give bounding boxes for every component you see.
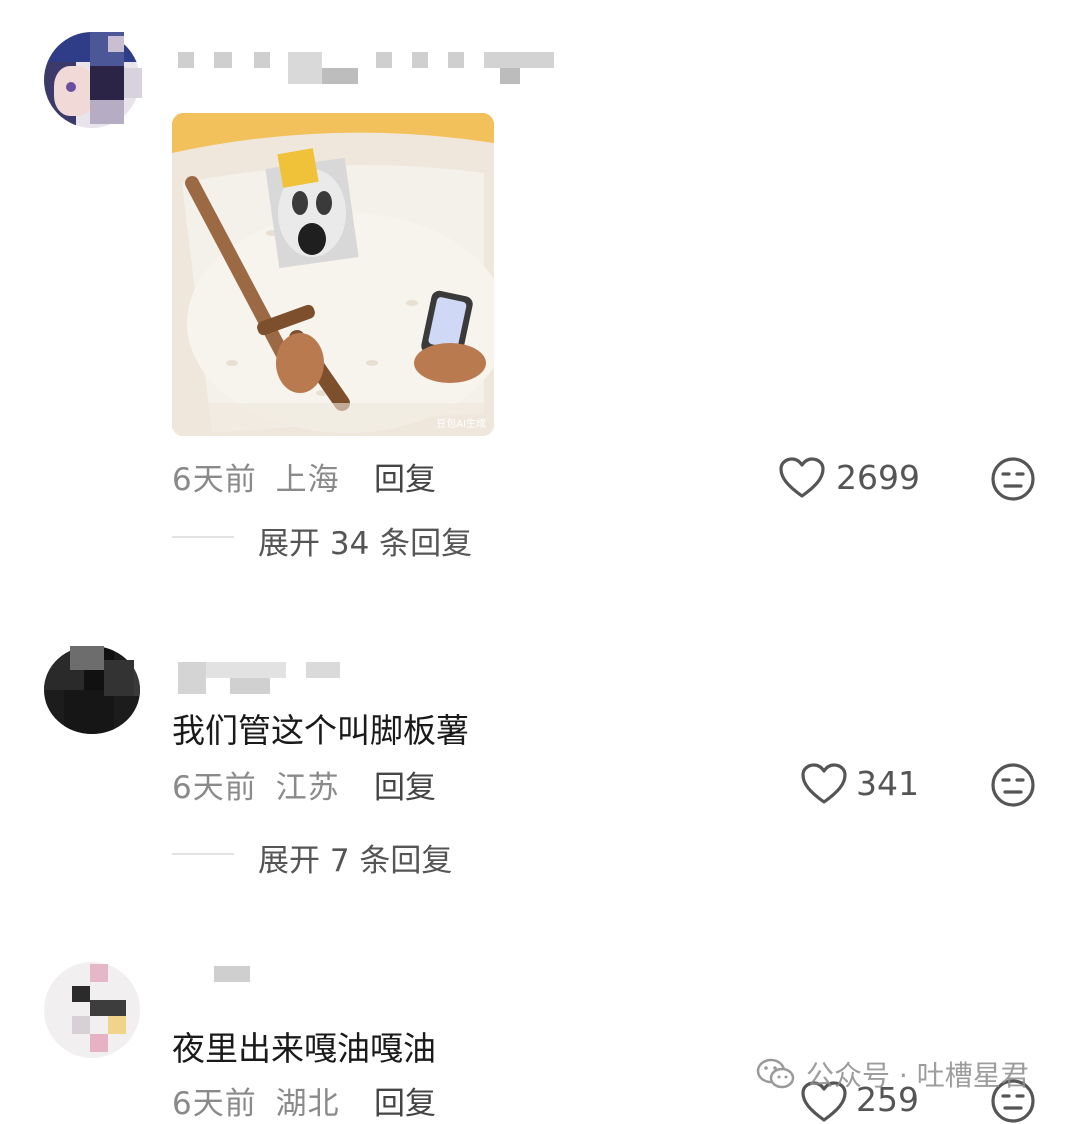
avatar-mosaic [108,36,124,52]
meh-face-icon[interactable] [990,456,1036,502]
wechat-icon [756,1058,795,1089]
comment-text: 夜里出来嘎油嘎油 [172,1029,436,1068]
comment-time: 6天前 湖北 [172,1078,340,1123]
heart-outline-icon[interactable] [778,456,826,500]
location-text: 江苏 [275,770,340,806]
time-text: 6天前 [172,1086,257,1122]
location-text: 湖北 [275,1086,340,1122]
expand-replies-button[interactable]: 展开 34 条回复 [258,518,472,563]
time-text: 6天前 [172,462,257,498]
like-count: 2699 [836,458,920,497]
image-caption: 豆包AI生成 [436,419,486,430]
avatar-mosaic [104,660,134,696]
comment-image[interactable]: 豆包AI生成 [172,113,494,436]
avatar-mosaic [90,1034,108,1052]
comment-time: 6天前 上海 [172,454,340,499]
reply-button[interactable]: 回复 [374,454,436,499]
avatar-mosaic [90,100,124,124]
expand-replies-button[interactable]: 展开 7 条回复 [258,835,452,880]
comment-time: 6天前 江苏 [172,762,340,807]
avatar-mosaic [90,1000,126,1016]
avatar-mosaic [90,964,108,982]
watermark-text: 公众号 · 吐槽星君 [806,1059,1029,1092]
avatar-mosaic [70,646,104,670]
avatar-mosaic [124,68,142,98]
heart-outline-icon[interactable] [800,762,848,806]
avatar-mosaic [72,986,90,1002]
location-text: 上海 [275,462,340,498]
like-count: 341 [856,764,919,803]
reply-button[interactable]: 回复 [374,762,436,807]
divider [172,536,234,538]
divider [172,853,234,855]
meh-face-icon[interactable] [990,762,1036,808]
avatar-mosaic [72,1016,90,1034]
watermark: 公众号 · 吐槽星君 [756,1054,1029,1094]
avatar-mosaic [108,1016,126,1034]
avatar-mosaic [90,66,124,102]
rice-bathtub-illustration [172,113,494,436]
comment-text: 我们管这个叫脚板薯 [172,711,469,750]
reply-button[interactable]: 回复 [374,1078,436,1123]
time-text: 6天前 [172,770,257,806]
